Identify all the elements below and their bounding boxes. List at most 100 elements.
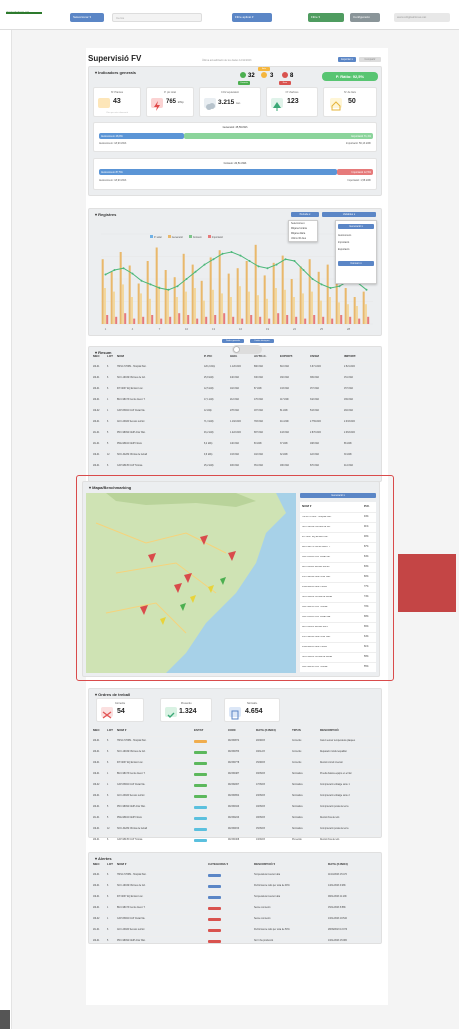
chart-bar[interactable] xyxy=(272,262,275,324)
generacio-autoconsum-bar[interactable]: Autoconsum 28,9% xyxy=(99,133,184,139)
chart-bar[interactable] xyxy=(169,316,172,324)
period-option[interactable]: Selecciona ▾ xyxy=(291,222,305,225)
list-item[interactable]: PNE-98402 CEIP Fluvià 77% xyxy=(300,582,376,591)
column-header[interactable]: GEN. xyxy=(230,354,237,358)
user-link[interactable]: www.cdigitalcimas.cat xyxy=(394,13,450,22)
ordres-card-normativa[interactable]: Normativ. 4.654 xyxy=(224,698,280,722)
chart-bar[interactable] xyxy=(166,289,169,324)
chart-point[interactable] xyxy=(104,273,107,276)
chart-point[interactable] xyxy=(167,288,170,291)
column-header[interactable]: DATA (F.INICI) xyxy=(328,862,348,866)
column-header[interactable]: NOM ▾ xyxy=(117,862,126,866)
chart-bar[interactable] xyxy=(139,293,142,324)
chart-bar[interactable] xyxy=(146,261,149,324)
chart-bar[interactable] xyxy=(340,315,343,324)
chart-point[interactable] xyxy=(257,265,260,268)
chart-bar[interactable] xyxy=(319,300,322,324)
column-header[interactable]: IMPORT. xyxy=(344,354,356,358)
chart-bar[interactable] xyxy=(178,313,181,324)
chart-bar[interactable] xyxy=(205,316,208,324)
table-row[interactable]: 20L01 6 CAP-98435 CAP Tortosa 25,2 kWp 406 k… xyxy=(90,461,380,470)
map-view[interactable] xyxy=(86,493,296,673)
table-row[interactable]: 21L01 5 PNE-98402 CEIP Fluvià W2330243 18/05… xyxy=(90,813,380,822)
column-header[interactable]: P.R. xyxy=(364,504,369,508)
chart-point[interactable] xyxy=(158,287,161,289)
column-header[interactable]: MEC xyxy=(93,862,100,866)
list-item[interactable]: BUU-98473 Centre Atenc T. 87% xyxy=(300,542,376,551)
list-item[interactable]: PNC-98093 CEIP Artur Mar. 64% xyxy=(300,632,376,641)
table-row[interactable]: 20L01 1 BUU-98473 Centre Atenc T. Sense con… xyxy=(90,903,380,912)
period-option[interactable]: Ultims 30 dies xyxy=(291,237,306,240)
table-row[interactable]: 20L01 6 ACC-23920 Serveis territor. 71,3 kW… xyxy=(90,417,380,426)
column-header[interactable]: NOM ▾ xyxy=(117,728,126,732)
chart-bar[interactable] xyxy=(362,291,365,324)
chart-bar[interactable] xyxy=(148,298,151,324)
selector-1[interactable]: Seleccionar ▾ xyxy=(70,13,104,22)
chart-bar[interactable] xyxy=(187,315,190,324)
table-row[interactable]: 20L01 6 SCC-19049 Oficines de Ind. 25,8 kWp… xyxy=(90,373,380,382)
chart-bar[interactable] xyxy=(277,313,280,324)
column-header[interactable]: ESTAT xyxy=(194,728,203,732)
search-input[interactable]: Cerca xyxy=(112,13,202,22)
chart-bar[interactable] xyxy=(346,304,349,324)
chart-bar[interactable] xyxy=(256,295,259,324)
table-row[interactable]: 18L02 1 CAP-65002 CAP Ciutat Me. Sense conn… xyxy=(90,914,380,923)
chart-point[interactable] xyxy=(248,260,251,262)
table-row[interactable]: 20L01 6 SCC-19049 Oficines de Ind. W2330783… xyxy=(90,747,380,756)
chart-bar[interactable] xyxy=(121,284,124,324)
period-option[interactable]: Mitjana diària xyxy=(291,232,305,235)
variable-option[interactable]: Consum ▾ xyxy=(338,261,374,266)
column-header[interactable]: DATA (F.INICI) xyxy=(256,728,276,732)
generacio-export-bar[interactable]: Exportació 71,1% xyxy=(184,133,373,139)
column-header[interactable]: DESCRIPCIÓ xyxy=(320,728,339,732)
column-header[interactable]: DESCRIPCIÓ ▾ xyxy=(254,862,275,866)
chart-point[interactable] xyxy=(320,283,323,286)
chart-bar[interactable] xyxy=(133,318,136,324)
chart-bar[interactable] xyxy=(160,318,163,324)
variable-option[interactable]: Exportació xyxy=(338,248,349,251)
chart-bar[interactable] xyxy=(259,316,262,324)
table-row[interactable]: 19L01 1 BUU-98473 Centre Atenc T. W2330487 0… xyxy=(90,769,380,778)
chart-bar[interactable] xyxy=(124,313,127,324)
chart-bar[interactable] xyxy=(245,261,248,324)
chart-bar[interactable] xyxy=(358,318,361,324)
table-row[interactable]: 19L01 6 INT-9037 EQ Emissi Lluc. W2330778 15… xyxy=(90,758,380,767)
column-header[interactable]: P. PIC xyxy=(204,354,212,358)
table-row[interactable]: 20L01 5 PNC-98092 CEIP Artur Mar. No hi ha … xyxy=(90,936,380,945)
chart-bar[interactable] xyxy=(313,315,316,324)
brand-logo[interactable]: cimasolutions cat xyxy=(6,7,56,17)
variables-button[interactable]: Variables ▾ xyxy=(322,212,376,217)
chart-bar[interactable] xyxy=(211,289,214,324)
table-row[interactable]: 21L01 5 PNE-98402 CEIP Fluvià 8,2 kWp 140 kW… xyxy=(90,439,380,448)
column-header[interactable]: AUTO-C. xyxy=(254,354,266,358)
chart-bar[interactable] xyxy=(196,318,199,324)
table-row[interactable]: 21L01 5 PNC-98092 CEIP Artur Mar. 46,2 kWp 1… xyxy=(90,428,380,437)
chart-bar[interactable] xyxy=(268,318,271,324)
chart-bar[interactable] xyxy=(137,283,140,325)
chart-bar[interactable] xyxy=(263,275,266,324)
table-row[interactable]: 19L01 12 SOC-34282 Oficina de treball 9,6 k… xyxy=(90,450,380,459)
column-header[interactable]: CNSM xyxy=(310,354,319,358)
chart-bar[interactable] xyxy=(322,316,325,324)
chart-bar[interactable] xyxy=(310,291,313,324)
chart-bar[interactable] xyxy=(364,304,367,324)
chart-bar[interactable] xyxy=(202,300,205,324)
chart-point[interactable] xyxy=(338,285,341,288)
table-row[interactable]: 19L01 6 INT-9037 EQ Emissi Lluc. Temperatur… xyxy=(90,892,380,901)
chart-bar[interactable] xyxy=(331,318,334,324)
chart-bar[interactable] xyxy=(200,280,203,324)
export-button[interactable]: Exportar ▾ xyxy=(338,57,356,62)
chart-bar[interactable] xyxy=(130,297,133,324)
list-item[interactable]: SOC-34282 Oficina de treball 74% xyxy=(300,592,376,601)
chart-point[interactable] xyxy=(203,263,206,266)
list-item[interactable]: SCC-19049 Oficines de Ind. 91% xyxy=(300,522,376,531)
chart-point[interactable] xyxy=(239,254,242,257)
table-row[interactable]: 19L02 1 CAP-65002 CAP Ciutat Me. 12 kWp 278 … xyxy=(90,406,380,415)
list-item[interactable]: PNC-98092 CEIP Artur Mar. 80% xyxy=(300,572,376,581)
column-header[interactable]: NOM xyxy=(117,354,124,358)
chart-bar[interactable] xyxy=(247,291,250,324)
column-header[interactable]: LOT xyxy=(107,862,113,866)
chart-bar[interactable] xyxy=(353,297,356,324)
chart-point[interactable] xyxy=(302,269,305,271)
list-item[interactable]: CAP-65003 CAP Ciutat Mar. 68% xyxy=(300,612,376,621)
